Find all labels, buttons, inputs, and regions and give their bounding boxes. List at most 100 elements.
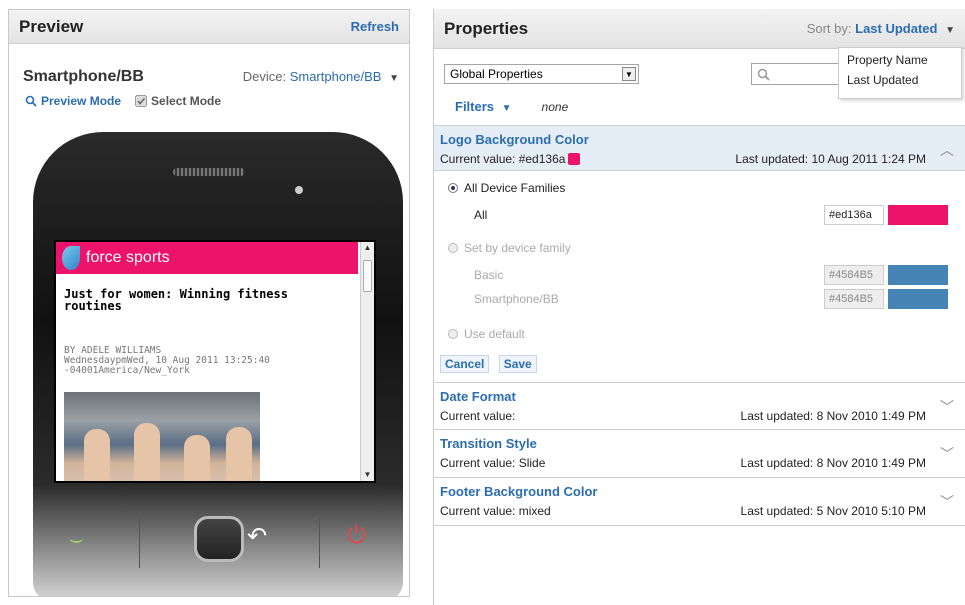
property-transition-style[interactable]: Transition Style Current value: Slide La… bbox=[434, 430, 965, 478]
property-name[interactable]: Logo Background Color bbox=[440, 132, 946, 147]
radio-set-by-device-family[interactable]: Set by device family bbox=[448, 241, 952, 255]
hex-input[interactable]: #4584B5 bbox=[824, 265, 884, 285]
preview-mode-label: Preview Mode bbox=[41, 94, 122, 108]
refresh-button[interactable]: Refresh bbox=[351, 19, 399, 34]
sort-by-dropdown[interactable]: Sort by: Last Updated ▼ bbox=[807, 21, 955, 36]
save-button[interactable]: Save bbox=[498, 355, 537, 373]
property-last-updated: Last updated: 8 Nov 2010 1:49 PM bbox=[740, 456, 926, 470]
mode-toggle: Preview Mode Select Mode bbox=[9, 86, 409, 108]
property-name[interactable]: Date Format bbox=[440, 389, 946, 404]
search-input[interactable] bbox=[751, 63, 851, 85]
call-key-icon: ⌣ bbox=[69, 526, 84, 551]
property-date-format[interactable]: Date Format Current value: Last updated:… bbox=[434, 382, 965, 430]
chevron-down-icon: ▼ bbox=[501, 103, 512, 114]
device-row: Smartphone/BB Device: Smartphone/BB ▼ bbox=[9, 44, 409, 86]
property-footer-background-color[interactable]: Footer Background Color Current value: m… bbox=[434, 478, 965, 526]
radio-label: Set by device family bbox=[464, 241, 571, 255]
hex-input[interactable]: #ed136a bbox=[824, 205, 884, 225]
chevron-down-icon[interactable]: ﹀ bbox=[940, 397, 954, 417]
sort-option-property-name[interactable]: Property Name bbox=[847, 51, 953, 71]
device-dropdown[interactable]: Device: Smartphone/BB ▼ bbox=[243, 69, 399, 84]
screen-scrollbar[interactable]: ▲ ▼ bbox=[360, 242, 374, 481]
preview-title: Preview bbox=[19, 16, 84, 36]
property-summary: Current value: Slide Last updated: 8 Nov… bbox=[440, 451, 946, 470]
photo-figure bbox=[226, 427, 252, 481]
speaker-grille bbox=[173, 168, 245, 176]
radio-button[interactable] bbox=[448, 329, 458, 339]
property-last-updated: Last updated: 8 Nov 2010 1:49 PM bbox=[740, 409, 926, 423]
select-mode-label: Select Mode bbox=[151, 94, 222, 108]
properties-header: Properties Sort by: Last Updated ▼ bbox=[434, 9, 965, 49]
scroll-up-icon[interactable]: ▲ bbox=[361, 242, 374, 254]
family-label: Smartphone/BB bbox=[474, 292, 559, 306]
chevron-up-icon[interactable]: ︿ bbox=[940, 140, 954, 160]
scroll-down-icon[interactable]: ▼ bbox=[361, 469, 374, 481]
preview-header: Preview Refresh bbox=[9, 10, 409, 44]
color-swatch[interactable] bbox=[888, 265, 948, 285]
power-key-icon: ⏻ bbox=[347, 522, 366, 549]
property-summary: Current value: #ed136a Last updated: 10 … bbox=[440, 147, 946, 166]
radio-label: All Device Families bbox=[464, 181, 566, 195]
scope-select-value: Global Properties bbox=[450, 67, 543, 81]
color-swatch[interactable] bbox=[888, 289, 948, 309]
magnifier-icon bbox=[25, 95, 37, 107]
scope-select[interactable]: Global Properties ▼ bbox=[444, 64, 639, 84]
sort-by-value[interactable]: Last Updated bbox=[855, 21, 937, 36]
photo-figure bbox=[184, 435, 210, 481]
editor-actions: Cancel Save bbox=[440, 355, 952, 373]
property-name[interactable]: Footer Background Color bbox=[440, 484, 946, 499]
check-icon bbox=[135, 95, 148, 107]
cancel-button[interactable]: Cancel bbox=[440, 355, 490, 373]
property-current-value: Current value: Slide bbox=[440, 456, 546, 470]
site-brand-bar: force sports bbox=[56, 242, 358, 274]
scroll-thumb[interactable] bbox=[363, 260, 372, 292]
sort-option-last-updated[interactable]: Last Updated bbox=[847, 71, 953, 89]
family-row-all: All #ed136a bbox=[448, 205, 952, 225]
brand-name: force sports bbox=[86, 249, 170, 266]
photo-figure bbox=[84, 429, 110, 481]
article-title[interactable]: Just for women: Winning fitness routines bbox=[56, 274, 374, 312]
family-row-basic: Basic #4584B5 bbox=[448, 265, 952, 285]
chevron-down-icon[interactable]: ▼ bbox=[389, 73, 399, 84]
phone-screen[interactable]: force sports Just for women: Winning fit… bbox=[54, 240, 376, 483]
byline-timestamp: WednesdaypmWed, 10 Aug 2011 13:25:40 -04… bbox=[64, 355, 270, 376]
article-byline: BY ADELE WILLIAMS WednesdaypmWed, 10 Aug… bbox=[56, 312, 374, 376]
device-name: Smartphone/BB bbox=[23, 68, 144, 85]
preview-panel: Preview Refresh Smartphone/BB Device: Sm… bbox=[8, 9, 410, 597]
property-list: Date Format Current value: Last updated:… bbox=[434, 382, 965, 526]
phone-device-frame: force sports Just for women: Winning fit… bbox=[33, 132, 403, 596]
chevron-down-icon[interactable]: ▼ bbox=[945, 25, 955, 36]
family-value: #ed136a bbox=[824, 205, 948, 225]
trackpad-icon bbox=[194, 516, 244, 562]
property-last-updated: Last updated: 10 Aug 2011 1:24 PM bbox=[735, 152, 926, 166]
key-divider bbox=[319, 518, 320, 568]
family-value: #4584B5 bbox=[824, 265, 948, 285]
chevron-down-icon[interactable]: ﹀ bbox=[940, 492, 954, 512]
sort-dropdown-menu: Property Name Last Updated bbox=[838, 47, 962, 99]
chevron-down-icon[interactable]: ▼ bbox=[622, 67, 636, 81]
filters-value: none bbox=[541, 99, 569, 114]
radio-use-default[interactable]: Use default bbox=[448, 327, 952, 341]
select-mode-button[interactable]: Select Mode bbox=[135, 94, 221, 108]
article-photo bbox=[64, 392, 260, 481]
radio-button[interactable] bbox=[448, 183, 458, 193]
chevron-down-icon[interactable]: ﹀ bbox=[940, 444, 954, 464]
property-name[interactable]: Transition Style bbox=[440, 436, 946, 451]
key-divider bbox=[139, 518, 140, 568]
device-value[interactable]: Smartphone/BB bbox=[290, 69, 382, 84]
family-label: All bbox=[474, 208, 488, 222]
property-current-value: Current value: #ed136a bbox=[440, 152, 581, 166]
property-current-value: Current value: mixed bbox=[440, 504, 551, 518]
hex-input[interactable]: #4584B5 bbox=[824, 289, 884, 309]
color-swatch[interactable] bbox=[888, 205, 948, 225]
property-last-updated: Last updated: 5 Nov 2010 5:10 PM bbox=[740, 504, 926, 518]
camera-dot bbox=[295, 186, 303, 194]
radio-button[interactable] bbox=[448, 243, 458, 253]
radio-label: Use default bbox=[464, 327, 525, 341]
preview-mode-button[interactable]: Preview Mode bbox=[25, 94, 121, 108]
radio-all-device-families[interactable]: All Device Families bbox=[448, 181, 952, 195]
filters-label: Filters bbox=[455, 99, 495, 114]
property-logo-background-color[interactable]: Logo Background Color Current value: #ed… bbox=[434, 125, 965, 171]
device-label: Device: bbox=[242, 69, 287, 84]
filters-button[interactable]: Filters ▼ bbox=[455, 99, 512, 114]
